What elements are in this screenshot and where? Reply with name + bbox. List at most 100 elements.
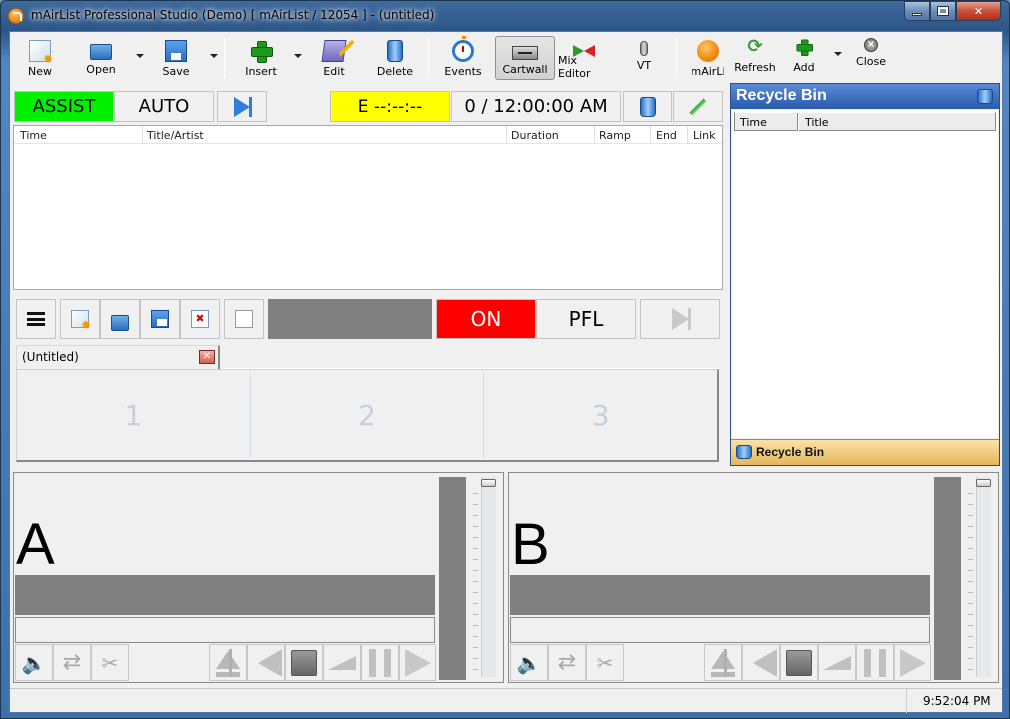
player-eject-button[interactable] xyxy=(704,644,742,681)
save-dropdown-arrow[interactable] xyxy=(210,54,218,58)
fade-ramp-icon xyxy=(823,655,851,670)
player-play-button[interactable] xyxy=(894,644,931,681)
status-clock: 9:52:04 PM xyxy=(906,689,1002,713)
toolbar-events-button[interactable]: Events xyxy=(442,36,484,80)
delete-x-icon: ✖ xyxy=(191,310,209,328)
cartwall-menu-button[interactable] xyxy=(16,299,56,339)
cartwall-new-button[interactable] xyxy=(60,299,100,339)
skip-next-icon xyxy=(234,96,252,117)
player-cut-button[interactable]: ✂ xyxy=(91,644,129,681)
player-volume-button[interactable]: 🔈 xyxy=(510,644,548,681)
player-volume-fader[interactable] xyxy=(976,477,991,677)
player-eject-button[interactable] xyxy=(209,644,247,681)
cartwall-tab[interactable]: (Untitled) ✕ xyxy=(16,345,220,369)
playlist-header: Time Title/Artist Duration Ramp End Link xyxy=(14,126,722,144)
toolbar-edit-button[interactable]: Edit xyxy=(316,36,352,80)
toolbar-open-button[interactable]: Open xyxy=(80,36,122,80)
fader-knob[interactable] xyxy=(481,479,496,487)
fader-scale xyxy=(968,483,973,673)
refresh-icon: ⟳ xyxy=(747,36,763,57)
player-rewind-button[interactable] xyxy=(229,644,285,681)
scissors-icon: ✂ xyxy=(596,650,614,675)
player-volume-button[interactable]: 🔈 xyxy=(15,644,53,681)
toolbar-vt-label: VT xyxy=(636,59,652,72)
recycle-bin-icon xyxy=(387,40,403,62)
toolbar-cartwall-button[interactable]: Cartwall xyxy=(495,36,555,80)
cartwall-save-button[interactable] xyxy=(140,299,180,339)
cartwall-next-button[interactable] xyxy=(640,299,720,339)
rb-col-time[interactable]: Time xyxy=(740,116,767,129)
recycle-bin-icon xyxy=(639,96,656,117)
close-tab-button[interactable]: ✕ xyxy=(199,350,215,364)
playlist-edit-button[interactable] xyxy=(673,91,723,122)
cart-player[interactable]: 1 xyxy=(17,373,251,457)
folder-open-icon xyxy=(111,315,129,331)
toolbar-save-button[interactable]: Save xyxy=(156,36,196,80)
open-dropdown-arrow[interactable] xyxy=(136,54,144,58)
fader-knob[interactable] xyxy=(976,479,991,487)
playlist-table[interactable]: Time Title/Artist Duration Ramp End Link xyxy=(13,125,723,290)
main-window: mAirList Professional Studio (Demo) [ mA… xyxy=(0,0,1010,719)
col-title-artist[interactable]: Title/Artist xyxy=(147,129,204,142)
cartwall-clear-button[interactable]: ✖ xyxy=(180,299,220,339)
recycle-bin-icon xyxy=(736,445,752,459)
rb-add-button[interactable]: Add xyxy=(790,32,818,76)
toolbar-mix-editor-button[interactable]: Mix Editor xyxy=(558,36,610,80)
toolbar-delete-button[interactable]: Delete xyxy=(373,36,417,80)
col-duration[interactable]: Duration xyxy=(511,129,559,142)
microphone-icon xyxy=(640,41,648,56)
toolbar-new-button[interactable]: New xyxy=(22,36,58,80)
insert-dropdown-arrow[interactable] xyxy=(294,54,302,58)
cartwall-properties-button[interactable] xyxy=(224,299,264,339)
player-progress-bar[interactable] xyxy=(15,575,435,615)
pfl-button[interactable]: PFL xyxy=(536,299,636,339)
player-progress-bar[interactable] xyxy=(510,575,930,615)
playlist-delete-button[interactable] xyxy=(623,91,672,122)
player-rewind-button[interactable] xyxy=(724,644,780,681)
col-end[interactable]: End xyxy=(656,129,677,142)
player-pause-button[interactable] xyxy=(361,644,399,681)
rb-col-title[interactable]: Title xyxy=(805,116,829,129)
maximize-icon xyxy=(937,6,949,16)
maximize-button[interactable] xyxy=(930,1,956,21)
player-loop-button[interactable]: ⇄ xyxy=(548,644,586,681)
close-window-button[interactable]: ✕ xyxy=(956,1,1001,21)
assist-button[interactable]: ASSIST xyxy=(14,91,114,122)
player-loop-button[interactable]: ⇄ xyxy=(53,644,91,681)
pause-icon xyxy=(369,648,391,677)
add-dropdown-arrow[interactable] xyxy=(834,52,842,56)
player-letter: A xyxy=(16,512,55,577)
player-fade-button[interactable] xyxy=(323,644,361,681)
status-bar: 9:52:04 PM xyxy=(10,688,1002,713)
on-air-button[interactable]: ON xyxy=(436,299,536,339)
rb-refresh-button[interactable]: ⟳ Refresh xyxy=(734,32,776,76)
player-pause-button[interactable] xyxy=(856,644,894,681)
toolbar-edit-label: Edit xyxy=(323,65,345,78)
rb-refresh-label: Refresh xyxy=(734,61,776,74)
title-bar[interactable]: mAirList Professional Studio (Demo) [ mA… xyxy=(1,1,1009,31)
cartwall-open-button[interactable] xyxy=(100,299,140,339)
play-next-button[interactable] xyxy=(217,91,267,122)
recycle-bin-list[interactable]: Time Title xyxy=(732,110,998,438)
player-stop-button[interactable] xyxy=(780,644,818,681)
col-time[interactable]: Time xyxy=(20,129,47,142)
recycle-bin-footer-tab[interactable]: Recycle Bin xyxy=(731,439,999,465)
minimize-button[interactable] xyxy=(904,1,930,21)
toolbar-mairlist-button[interactable]: mAirLi xyxy=(692,36,724,80)
col-ramp[interactable]: Ramp xyxy=(599,129,631,142)
recycle-bin-panel: Recycle Bin Time Title Recycle Bin xyxy=(730,83,1000,466)
close-icon: ✕ xyxy=(973,4,984,18)
player-volume-fader[interactable] xyxy=(481,477,496,677)
player-cut-button[interactable]: ✂ xyxy=(586,644,624,681)
rb-close-button[interactable]: × Close xyxy=(854,32,888,76)
toolbar-vt-button[interactable]: VT xyxy=(630,36,658,80)
player-vu-meter xyxy=(439,477,466,680)
player-stop-button[interactable] xyxy=(285,644,323,681)
cart-player[interactable]: 2 xyxy=(251,373,485,457)
auto-button[interactable]: AUTO xyxy=(114,91,214,122)
player-play-button[interactable] xyxy=(399,644,436,681)
toolbar-insert-button[interactable]: Insert xyxy=(240,36,282,80)
cart-player[interactable]: 3 xyxy=(484,373,717,457)
player-fade-button[interactable] xyxy=(818,644,856,681)
col-link[interactable]: Link xyxy=(693,129,716,142)
